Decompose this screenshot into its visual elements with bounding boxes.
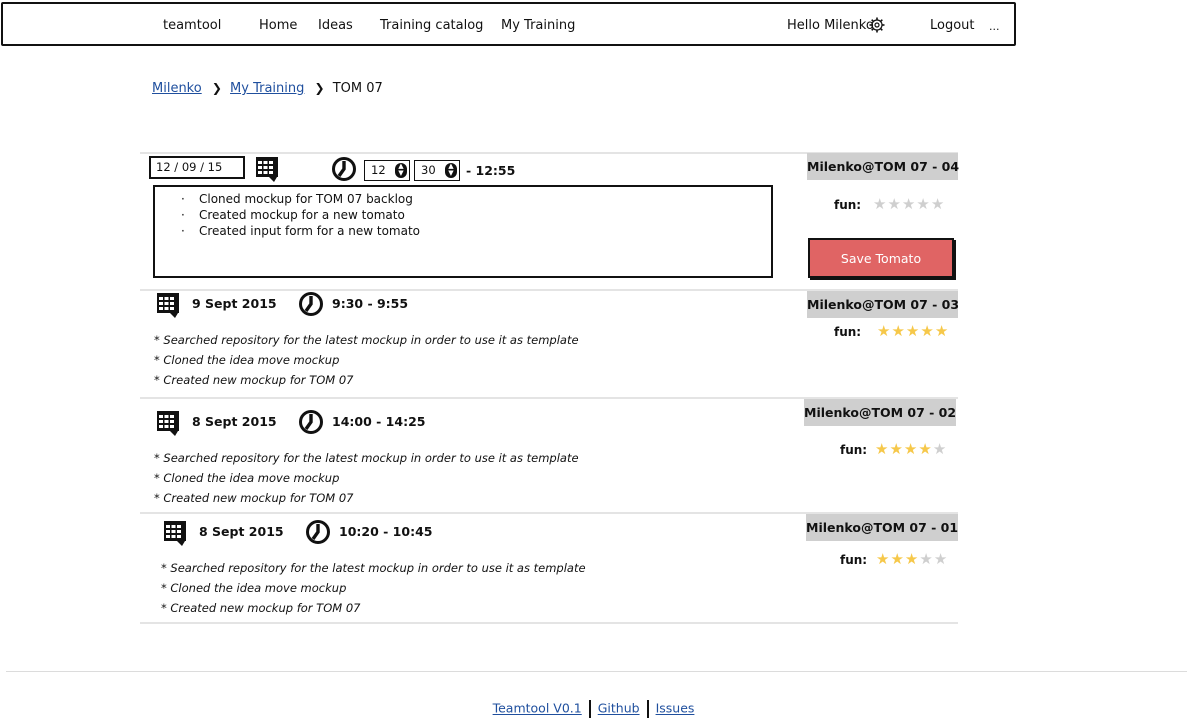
minute-stepper[interactable]: 30 ▲ ▼ [414,160,460,181]
entry-time: 9:30 - 9:55 [332,296,409,311]
notes-textarea[interactable]: Cloned mockup for TOM 07 backlogCreated … [153,185,773,278]
star-icon[interactable]: ★ [873,195,887,213]
entry-note: * Created new mockup for TOM 07 [154,373,354,387]
star-icon[interactable]: ★ [916,195,930,213]
footer-link-issues[interactable]: Issues [656,701,695,716]
entry-date: 8 Sept 2015 [199,524,284,539]
star-icon: ★ [876,550,891,568]
tomato-tag: Milenko@TOM 07 - 03 [807,291,959,318]
entry-note: * Cloned the idea move mockup [154,353,340,367]
entry-note: * Created new mockup for TOM 07 [154,491,354,505]
top-navbar: teamtool Home Ideas Training catalog My … [1,2,1016,46]
fun-label: fun: [840,553,868,567]
minute-value: 30 [421,163,436,177]
breadcrumb-my-training[interactable]: My Training [230,81,304,96]
star-icon: ★ [889,440,904,458]
star-icon: ★ [905,322,921,340]
clock-icon [299,410,323,434]
entry-note: * Searched repository for the latest moc… [154,451,579,465]
star-icon: ★ [933,550,949,568]
fun-rating: ★★★★★ [877,324,949,339]
star-icon[interactable]: ★ [887,195,901,213]
clock-icon [299,292,323,316]
star-icon: ★ [904,550,920,568]
entry-time: 10:20 - 10:45 [339,524,433,539]
footer-divider [6,671,1187,672]
footer-link-teamtool[interactable]: Teamtool V0.1 [493,701,582,716]
hour-stepper[interactable]: 12 ▲ ▼ [364,160,410,181]
nav-ideas[interactable]: Ideas [318,18,353,33]
note-item: Created input form for a new tomato [181,223,771,239]
footer-separator [588,700,591,718]
star-icon: ★ [877,322,892,340]
brand-logo[interactable]: teamtool [163,18,221,33]
end-time: - 12:55 [466,163,516,178]
calendar-icon [157,293,179,318]
fun-rating: ★★★★★ [875,442,947,457]
more-menu[interactable]: ... [989,20,1000,33]
entry-note: * Created new mockup for TOM 07 [161,601,361,615]
note-item: Cloned mockup for TOM 07 backlog [181,191,771,207]
save-tomato-button[interactable]: Save Tomato [808,238,954,278]
star-icon: ★ [918,440,933,458]
star-icon: ★ [919,550,934,568]
spinner-arrows-icon[interactable]: ▲ ▼ [445,163,457,178]
nav-training-catalog[interactable]: Training catalog [380,18,483,33]
star-icon: ★ [932,440,948,458]
tomato-tag: Milenko@TOM 07 - 01 [806,514,958,541]
hour-value: 12 [371,163,386,177]
fun-rating[interactable]: ★★★★★ [873,197,945,212]
divider [140,622,958,624]
star-icon[interactable]: ★ [902,195,916,213]
footer-link-github[interactable]: Github [598,701,640,716]
star-icon: ★ [903,440,919,458]
entry-note: * Cloned the idea move mockup [161,581,347,595]
star-icon: ★ [920,322,935,340]
user-greeting: Hello Milenko [787,18,874,33]
chevron-right-icon: ❯ [314,81,325,95]
footer: Teamtool V0.1 Github Issues [0,700,1187,718]
entry-note: * Searched repository for the latest moc… [154,333,579,347]
calendar-icon[interactable] [255,156,279,182]
fun-label: fun: [834,198,862,212]
entry-note: * Searched repository for the latest moc… [161,561,586,575]
star-icon: ★ [890,550,905,568]
note-item: Created mockup for a new tomato [181,207,771,223]
nav-home[interactable]: Home [259,18,297,33]
entry-date: 9 Sept 2015 [192,296,277,311]
breadcrumb: Milenko ❯ My Training ❯ TOM 07 [152,81,383,96]
notes-list: Cloned mockup for TOM 07 backlogCreated … [181,191,771,239]
date-input[interactable]: 12 / 09 / 15 [149,156,245,179]
tomato-tag: Milenko@TOM 07 - 02 [804,399,956,426]
star-icon: ★ [875,440,890,458]
gear-icon[interactable] [869,17,885,33]
logout-link[interactable]: Logout [930,18,975,33]
tomato-tag: Milenko@TOM 07 - 04 [807,153,959,180]
entry-note: * Cloned the idea move mockup [154,471,340,485]
star-icon[interactable]: ★ [931,195,945,213]
star-icon: ★ [934,322,950,340]
nav-my-training[interactable]: My Training [501,18,575,33]
entry-time: 14:00 - 14:25 [332,414,426,429]
spinner-arrows-icon[interactable]: ▲ ▼ [395,163,407,178]
breadcrumb-current: TOM 07 [332,81,383,96]
footer-separator [646,700,649,718]
fun-rating: ★★★★★ [876,552,948,567]
fun-label: fun: [840,443,868,457]
fun-label: fun: [834,325,862,339]
calendar-icon [157,411,179,436]
star-icon: ★ [891,322,906,340]
calendar-icon [164,521,186,546]
clock-icon [306,520,330,544]
breadcrumb-user[interactable]: Milenko [152,81,202,96]
chevron-right-icon: ❯ [211,81,222,95]
entry-date: 8 Sept 2015 [192,414,277,429]
clock-icon [332,157,356,181]
